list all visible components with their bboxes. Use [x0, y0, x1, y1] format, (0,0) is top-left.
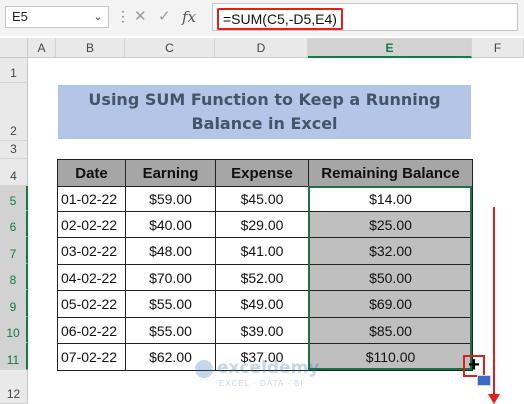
cell-balance[interactable]: $50.00	[308, 264, 473, 291]
cell-balance-active[interactable]: $14.00	[308, 186, 473, 212]
table-header-row: Date Earning Expense Remaining Balance	[57, 159, 473, 187]
column-header-c[interactable]: C	[125, 38, 215, 58]
formula-input[interactable]: =SUM(C5,-D5,E4)	[212, 3, 518, 31]
watermark-name: exceldemy	[217, 358, 320, 378]
cell-earning[interactable]: $48.00	[125, 237, 216, 265]
watermark-tagline: EXCEL · DATA · BI	[219, 379, 304, 388]
row-header-2[interactable]: 2	[0, 83, 28, 141]
insert-function-icon[interactable]: fx	[182, 6, 196, 28]
cell-expense[interactable]: $49.00	[215, 290, 309, 318]
table-row: 05-02-22 $55.00 $49.00 $69.00	[57, 290, 473, 318]
cell-date[interactable]: 07-02-22	[57, 343, 126, 371]
worksheet-grid[interactable]: A B C D E F 1 2 3 4 5 6 7 8 9 10 11 12 U…	[0, 36, 524, 404]
row-header-11[interactable]: 11	[0, 343, 28, 370]
cell-balance[interactable]: $69.00	[308, 290, 473, 318]
cell-date[interactable]: 02-02-22	[57, 211, 126, 238]
title-line-2: Balance in Excel	[191, 114, 338, 133]
cell-expense[interactable]: $41.00	[215, 237, 309, 265]
balance-table: Date Earning Expense Remaining Balance 0…	[57, 159, 473, 371]
cell-date[interactable]: 03-02-22	[57, 237, 126, 265]
column-header-f[interactable]: F	[472, 38, 524, 58]
column-header-d[interactable]: D	[215, 38, 308, 58]
formula-bar: E5 ⌄ ⋮ ✕ ✓ fx =SUM(C5,-D5,E4)	[0, 0, 524, 36]
table-row: 06-02-22 $55.00 $39.00 $85.00	[57, 317, 473, 344]
exceldemy-logo-icon	[195, 360, 213, 378]
cell-date[interactable]: 01-02-22	[57, 186, 126, 212]
header-expense[interactable]: Expense	[215, 159, 309, 187]
row-header-7[interactable]: 7	[0, 237, 28, 264]
header-remaining-balance[interactable]: Remaining Balance	[308, 159, 473, 187]
formula-text: =SUM(C5,-D5,E4)	[217, 8, 343, 30]
cell-expense[interactable]: $45.00	[215, 186, 309, 212]
watermark: exceldemy EXCEL · DATA · BI	[195, 356, 345, 396]
table-row: 01-02-22 $59.00 $45.00 $14.00	[57, 186, 473, 212]
more-dots-icon[interactable]: ⋮	[116, 6, 130, 28]
cell-earning[interactable]: $55.00	[125, 290, 216, 318]
autofill-options-icon[interactable]	[477, 375, 491, 386]
column-header-e[interactable]: E	[308, 38, 472, 58]
cell-earning[interactable]: $59.00	[125, 186, 216, 212]
cell-date[interactable]: 04-02-22	[57, 264, 126, 291]
cell-expense[interactable]: $29.00	[215, 211, 309, 238]
title-line-1: Using SUM Function to Keep a Running	[88, 90, 441, 109]
table-row: 02-02-22 $40.00 $29.00 $25.00	[57, 211, 473, 238]
column-header-a[interactable]: A	[28, 38, 56, 58]
cell-earning[interactable]: $55.00	[125, 317, 216, 344]
cell-date[interactable]: 06-02-22	[57, 317, 126, 344]
select-all-corner[interactable]	[0, 38, 28, 58]
fill-handle-crosshair-icon[interactable]: +	[463, 355, 485, 377]
cancel-icon[interactable]: ✕	[134, 6, 147, 28]
row-header-8[interactable]: 8	[0, 264, 28, 290]
formula-icons: ✕ ✓ fx	[130, 6, 208, 28]
cell-expense[interactable]: $52.00	[215, 264, 309, 291]
column-header-b[interactable]: B	[56, 38, 125, 58]
row-header-9[interactable]: 9	[0, 290, 28, 317]
row-header-12[interactable]: 12	[0, 370, 28, 404]
row-header-1[interactable]: 1	[0, 58, 28, 83]
cell-balance[interactable]: $32.00	[308, 237, 473, 265]
enter-icon[interactable]: ✓	[158, 6, 171, 28]
row-header-10[interactable]: 10	[0, 317, 28, 343]
sheet-title[interactable]: Using SUM Function to Keep a Running Bal…	[58, 85, 471, 139]
cell-date[interactable]: 05-02-22	[57, 290, 126, 318]
row-header-5[interactable]: 5	[0, 186, 28, 211]
header-date[interactable]: Date	[57, 159, 126, 187]
drag-arrow-head-icon	[488, 394, 500, 404]
table-row: 03-02-22 $48.00 $41.00 $32.00	[57, 237, 473, 265]
row-header-6[interactable]: 6	[0, 211, 28, 237]
cell-balance[interactable]: $85.00	[308, 317, 473, 344]
cell-earning[interactable]: $70.00	[125, 264, 216, 291]
cell-expense[interactable]: $39.00	[215, 317, 309, 344]
row-header-4[interactable]: 4	[0, 159, 28, 186]
cell-balance[interactable]: $25.00	[308, 211, 473, 238]
cell-earning[interactable]: $40.00	[125, 211, 216, 238]
chevron-down-icon[interactable]: ⌄	[90, 6, 106, 28]
header-earning[interactable]: Earning	[125, 159, 216, 187]
table-row: 04-02-22 $70.00 $52.00 $50.00	[57, 264, 473, 291]
row-header-3[interactable]: 3	[0, 141, 28, 159]
drag-arrow-line	[493, 207, 495, 398]
